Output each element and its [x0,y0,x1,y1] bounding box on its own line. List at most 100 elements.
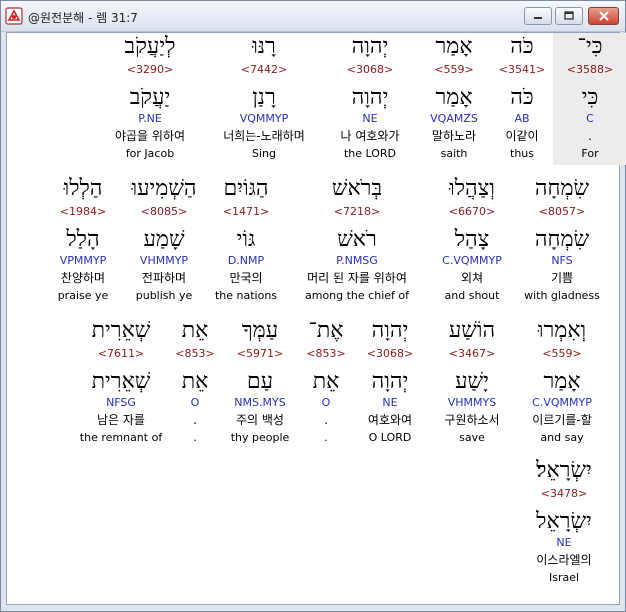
lemma: צָהַל [454,227,490,252]
word-cell[interactable]: אֶת־ <853> אֵת O . . [301,317,351,446]
lemma: אָמַר [543,369,581,394]
english-gloss: for Jacob [125,147,175,160]
close-button[interactable] [588,7,619,25]
korean-gloss: 야곱을 위하여 [114,129,186,143]
word-cell[interactable]: הַלְלוּ <1984> הָלַל VPMMYP 찬양하며 praise … [45,175,121,304]
lemma: כִּי [581,85,599,110]
english-gloss: publish ye [135,289,193,302]
morph-code: NMS.MYS [234,396,286,409]
word-cell[interactable]: הַשְׁמִיעוּ <8085> שָׁמַע VHMMYP 전파하며 pu… [126,175,202,304]
strong-number[interactable]: <7611> [73,345,169,363]
word-cell[interactable]: בְּרֹאשׁ <7218> רֹאשׁ P.NMSG 머리 된 자를 위하여… [288,175,426,304]
hebrew-word: אֶת־ [308,318,344,343]
korean-gloss: 이스라엘의 [536,553,592,567]
lemma: יָשַׁע [455,369,489,394]
word-cell[interactable]: אֵת <853> אֵת O . . [170,317,220,446]
lemma: יְהוָה [371,369,409,394]
app-window: @원전분해 - 렘 31:7 כִּי־ <3588> כִּי C . For… [0,0,626,612]
word-cell[interactable]: וְאִמְרוּ <559> אָמַר C.VQMMYP 이르기를-할 an… [518,317,606,446]
english-gloss: thy people [230,431,290,444]
hebrew-word: אֵת [181,318,209,343]
strong-number[interactable]: <6670> [429,203,515,221]
word-cell[interactable]: לְיַעֲקֹב <3290> יַעֲקֹב P.NE 야곱을 위하여 fo… [95,33,205,162]
minimize-button[interactable] [524,7,552,25]
morph-code: VQMMYP [239,112,289,125]
english-gloss: among the chief of [304,289,409,302]
word-cell[interactable]: עַמְּךָ <5971> עַם NMS.MYS 주의 백성 thy peo… [222,317,298,446]
english-gloss: For [581,147,599,160]
interlinear-panel[interactable]: כִּי־ <3588> כִּי C . For כֹּה <3541> כֹ… [6,32,626,605]
strong-number[interactable]: <1984> [45,203,121,221]
morph-code: P.NE [138,112,162,125]
strong-number[interactable]: <853> [301,345,351,363]
word-cell[interactable]: יְהוָה <3068> יְהוָה NE 나 여호와가 the LORD [324,33,416,162]
strong-number[interactable]: <3068> [354,345,426,363]
maximize-icon [564,11,574,20]
word-cell[interactable]: וְצַהֲלוּ <6670> צָהַל C.VQMMYP 외쳐 and s… [429,175,515,304]
morph-code: NE [556,536,572,549]
word-cell[interactable]: שְׁאֵרִית <7611> שְׁאֵרִית NFSG 남은 자를 th… [73,317,169,446]
strong-number[interactable]: <7218> [288,203,426,221]
title-bar[interactable]: @원전분해 - 렘 31:7 [1,1,625,32]
morph-code: C.VQMMYP [532,396,592,409]
strong-number[interactable]: <3478> [517,485,611,503]
morph-code: VPMMYP [59,254,107,267]
word-cell[interactable]: כִּי־ <3588> כִּי C . For [553,33,626,165]
word-cell[interactable]: יְהוָה <3068> יְהוָה NE 여호와여 O LORD [354,317,426,446]
word-cell[interactable]: שִׂמְחָה <8057> שִׂמְחָה NFS 기쁨 with gla… [519,175,605,304]
word-cell[interactable]: אָמַר <559> אָמַר VQAMZS 말하노라 saith [417,33,491,162]
morph-code: NE [382,396,398,409]
strong-number[interactable]: <3290> [95,61,205,79]
english-gloss: with gladness [524,289,600,302]
hebrew-word: אָמַר [435,34,473,59]
english-gloss: saith [440,147,468,160]
maximize-button[interactable] [555,7,583,25]
morph-code: O [190,396,200,409]
strong-number[interactable]: <853> [170,345,220,363]
strong-number[interactable]: <3467> [432,345,512,363]
hebrew-word: וְצַהֲלוּ [449,176,495,201]
word-cell[interactable]: הַגּוֹיִם <1471> גּוֹי D.NMP 만국의 the nat… [207,175,285,304]
lemma: רָנַן [252,85,276,110]
strong-number[interactable]: <8085> [126,203,202,221]
strong-number[interactable]: <559> [518,345,606,363]
morph-code: D.NMP [227,254,265,267]
hebrew-word: רָנּוּ [252,34,276,59]
strong-number[interactable]: <5971> [222,345,298,363]
strong-number[interactable]: <3068> [324,61,416,79]
korean-gloss: 외쳐 [460,271,484,285]
korean-gloss: . [324,413,328,427]
lemma: גּוֹי [236,227,256,252]
hebrew-word: הַלְלוּ [63,176,103,201]
word-cell[interactable]: רָנּוּ <7442> רָנַן VQMMYP 너희는-노래하며 Sing [206,33,322,162]
korean-gloss: 여호와여 [367,413,413,427]
korean-gloss: 머리 된 자를 위하여 [307,271,407,285]
minimize-icon [534,17,542,19]
english-gloss: save [459,431,485,444]
lemma: אֵת [312,369,340,394]
lemma: שְׁאֵרִית [91,369,151,394]
strong-number[interactable]: <3588> [553,61,626,79]
korean-gloss: 너희는-노래하며 [223,129,305,143]
korean-gloss: 주의 백성 [236,413,284,427]
strong-number[interactable]: <8057> [519,203,605,221]
lemma: כֹּה [510,85,534,110]
strong-number[interactable]: <559> [417,61,491,79]
hebrew-word: יְהוָה [351,34,389,59]
word-cell[interactable]: הוֹשַׁע <3467> יָשַׁע VHMMYS 구원하소서 save [432,317,512,446]
morph-code: O [321,396,331,409]
app-logo-icon [5,7,23,25]
window-title: @원전분해 - 렘 31:7 [28,11,138,25]
morph-code: VHMMYS [447,396,497,409]
korean-gloss: 이같이 [505,129,539,143]
morph-code: NE [362,112,378,125]
strong-number[interactable]: <1471> [207,203,285,221]
strong-number[interactable]: <7442> [206,61,322,79]
hebrew-word: יְהוָה [371,318,409,343]
hebrew-word: שְׁאֵרִית [91,318,151,343]
word-cell[interactable]: כֹּה <3541> כֹּה AB 이같이 thus [485,33,559,162]
korean-gloss: 말하노라 [431,129,477,143]
english-gloss: the remnant of [79,431,163,444]
word-cell[interactable]: יִשְׂרָאֵל׃ <3478> יִשְׂרָאֵל NE 이스라엘의 I… [517,457,611,586]
strong-number[interactable]: <3541> [485,61,559,79]
